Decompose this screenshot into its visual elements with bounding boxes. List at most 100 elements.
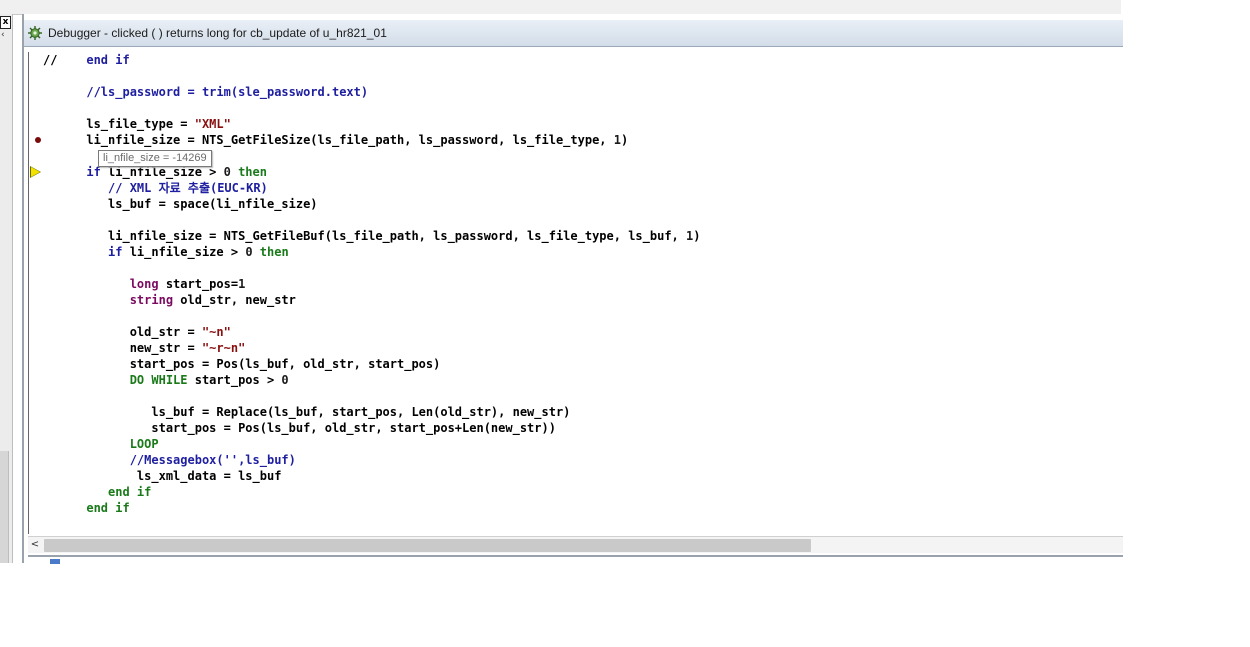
gutter-cell[interactable] bbox=[29, 468, 41, 484]
gutter-cell[interactable] bbox=[29, 292, 41, 308]
code-line[interactable]: if li_nfile_size > 0 then bbox=[29, 244, 1124, 260]
code-line[interactable] bbox=[29, 100, 1124, 116]
horizontal-scrollbar[interactable]: < bbox=[28, 536, 1123, 553]
code-line[interactable]: // end if bbox=[29, 52, 1124, 68]
code-line[interactable] bbox=[29, 260, 1124, 276]
code-line[interactable]: ls_buf = Replace(ls_buf, start_pos, Len(… bbox=[29, 404, 1124, 420]
code-text: long start_pos=1 bbox=[43, 276, 246, 292]
code-line[interactable] bbox=[29, 212, 1124, 228]
code-line[interactable]: old_str = "~n" bbox=[29, 324, 1124, 340]
code-token: start_pos = Pos(ls_buf, old_str, start_p… bbox=[43, 421, 556, 435]
current-line-arrow-icon[interactable] bbox=[29, 164, 41, 180]
gutter-cell[interactable] bbox=[29, 308, 41, 324]
gutter-cell[interactable] bbox=[29, 196, 41, 212]
left-dock-frame: x ‹ bbox=[0, 14, 13, 563]
code-line[interactable]: //ls_password = trim(sle_password.text) bbox=[29, 84, 1124, 100]
panel-tab-icon[interactable] bbox=[50, 559, 60, 564]
code-token: ls_file_type = bbox=[43, 117, 195, 131]
code-line[interactable]: ls_xml_data = ls_buf bbox=[29, 468, 1124, 484]
gutter-cell[interactable] bbox=[29, 116, 41, 132]
code-text: // end if bbox=[43, 52, 130, 68]
code-token: long bbox=[43, 277, 159, 291]
gutter-cell[interactable] bbox=[29, 452, 41, 468]
gutter-cell[interactable] bbox=[29, 180, 41, 196]
breakpoint-icon[interactable] bbox=[29, 132, 41, 148]
code-line[interactable] bbox=[29, 308, 1124, 324]
gutter-cell[interactable] bbox=[29, 260, 41, 276]
window-titlebar[interactable]: Debugger - clicked ( ) returns long for … bbox=[24, 20, 1123, 47]
script-editor[interactable]: li_nfile_size = -14269 // end if //ls_pa… bbox=[28, 52, 1124, 534]
code-token: then bbox=[252, 245, 289, 259]
code-line[interactable] bbox=[29, 68, 1124, 84]
gutter-cell[interactable] bbox=[29, 436, 41, 452]
code-line[interactable]: //Messagebox('',ls_buf) bbox=[29, 452, 1124, 468]
code-text: start_pos = Pos(ls_buf, old_str, start_p… bbox=[43, 356, 441, 372]
gutter-cell[interactable] bbox=[29, 148, 41, 164]
code-line[interactable]: start_pos = Pos(ls_buf, old_str, start_p… bbox=[29, 356, 1124, 372]
close-icon[interactable]: x bbox=[0, 16, 11, 29]
gutter-cell[interactable] bbox=[29, 404, 41, 420]
gutter-cell[interactable] bbox=[29, 340, 41, 356]
code-token: // bbox=[43, 53, 87, 67]
scrollbar-thumb[interactable] bbox=[44, 539, 811, 552]
code-token: ls_buf = Replace(ls_buf, start_pos, Len(… bbox=[43, 405, 571, 419]
code-line[interactable]: li_nfile_size = NTS_GetFileSize(ls_file_… bbox=[29, 132, 1124, 148]
code-token: end if bbox=[43, 485, 152, 499]
code-text: //ls_password = trim(sle_password.text) bbox=[43, 84, 368, 100]
code-line[interactable]: LOOP bbox=[29, 436, 1124, 452]
code-line[interactable]: new_str = "~r~n" bbox=[29, 340, 1124, 356]
code-token: old_str = bbox=[43, 325, 202, 339]
code-token: if bbox=[43, 245, 123, 259]
code-line[interactable]: end if bbox=[29, 500, 1124, 516]
code-text: end if bbox=[43, 484, 151, 500]
arrow-fill bbox=[31, 167, 40, 177]
code-line[interactable]: start_pos = Pos(ls_buf, old_str, start_p… bbox=[29, 420, 1124, 436]
code-token: "XML" bbox=[194, 117, 231, 131]
code-token: start_pos= bbox=[158, 277, 239, 291]
gutter-cell[interactable] bbox=[29, 244, 41, 260]
gutter-cell[interactable] bbox=[29, 500, 41, 516]
scroll-left-icon[interactable]: < bbox=[28, 537, 42, 553]
code-text: ls_buf = space(li_nfile_size) bbox=[43, 196, 318, 212]
gutter-cell[interactable] bbox=[29, 52, 41, 68]
gutter-cell[interactable] bbox=[29, 324, 41, 340]
code-line[interactable]: ls_buf = space(li_nfile_size) bbox=[29, 196, 1124, 212]
code-token: // XML 자료 추출(EUC-KR) bbox=[43, 181, 268, 195]
code-token: start_pos > bbox=[187, 373, 282, 387]
code-token: string bbox=[43, 293, 174, 307]
gutter-cell[interactable] bbox=[29, 356, 41, 372]
gutter-cell[interactable] bbox=[29, 228, 41, 244]
code-line[interactable]: end if bbox=[29, 484, 1124, 500]
code-token: //ls_password = trim(sle_password.text) bbox=[43, 85, 369, 99]
code-line[interactable]: // XML 자료 추출(EUC-KR) bbox=[29, 180, 1124, 196]
collapse-arrow-icon[interactable]: ‹ bbox=[1, 30, 5, 40]
debugger-window: Debugger - clicked ( ) returns long for … bbox=[22, 14, 1124, 565]
window-title: Debugger - clicked ( ) returns long for … bbox=[48, 26, 387, 40]
gutter-cell[interactable] bbox=[29, 212, 41, 228]
gutter-cell[interactable] bbox=[29, 388, 41, 404]
gutter-cell[interactable] bbox=[29, 276, 41, 292]
code-line[interactable]: ls_file_type = "XML" bbox=[29, 116, 1124, 132]
code-token: old_str, new_str bbox=[173, 293, 296, 307]
code-line[interactable]: DO WHILE start_pos > 0 bbox=[29, 372, 1124, 388]
gutter-cell[interactable] bbox=[29, 84, 41, 100]
code-token: ) bbox=[693, 229, 701, 243]
code-token: 0 bbox=[245, 245, 253, 259]
gutter-cell[interactable] bbox=[29, 68, 41, 84]
code-line[interactable] bbox=[29, 388, 1124, 404]
gutter-cell[interactable] bbox=[29, 372, 41, 388]
code-token: then bbox=[230, 165, 267, 179]
code-token: ls_buf = space(li_nfile_size) bbox=[43, 197, 318, 211]
code-token: ls_xml_data = ls_buf bbox=[43, 469, 282, 483]
code-token: end if bbox=[86, 53, 130, 67]
code-text: if li_nfile_size > 0 then bbox=[43, 244, 289, 260]
gutter-cell[interactable] bbox=[29, 484, 41, 500]
gutter-cell[interactable] bbox=[29, 100, 41, 116]
code-text: end if bbox=[43, 500, 130, 516]
bug-gear-icon bbox=[28, 26, 42, 40]
code-line[interactable]: li_nfile_size = NTS_GetFileBuf(ls_file_p… bbox=[29, 228, 1124, 244]
code-line[interactable]: long start_pos=1 bbox=[29, 276, 1124, 292]
code-token: end if bbox=[43, 501, 130, 515]
gutter-cell[interactable] bbox=[29, 420, 41, 436]
code-line[interactable]: string old_str, new_str bbox=[29, 292, 1124, 308]
